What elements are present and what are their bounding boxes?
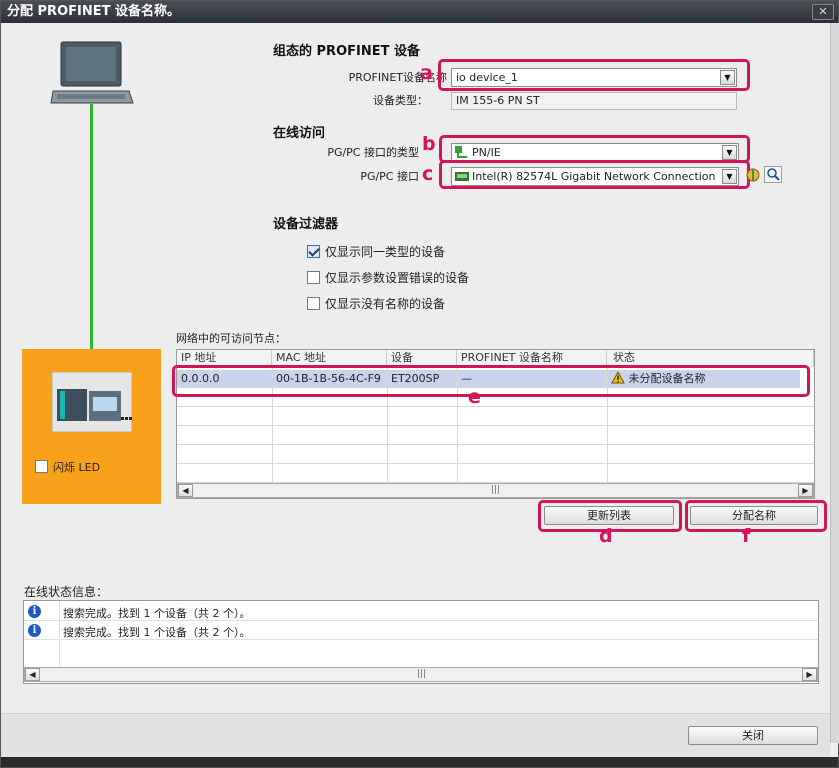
flash-led-label: 闪烁 LED <box>53 461 101 474</box>
window-title: 分配 PROFINET 设备名称。 <box>7 4 180 19</box>
filter-heading: 设备过滤器 <box>273 217 339 232</box>
window-bottom-edge <box>1 757 838 767</box>
scroll-grip[interactable]: ||| <box>491 485 500 496</box>
highlight-c <box>439 160 750 189</box>
status-info-heading: 在线状态信息： <box>24 585 109 599</box>
marker-d: d <box>599 525 613 547</box>
filter-same-type-label: 仅显示同一类型的设备 <box>325 245 446 259</box>
flash-led-checkbox[interactable] <box>35 460 48 473</box>
assign-name-dialog: 分配 PROFINET 设备名称。 ✕ 闪烁 LED 组态的 PROFINET … <box>0 0 839 768</box>
highlight-e <box>172 365 810 397</box>
filter-param-error-checkbox[interactable] <box>307 271 320 284</box>
scroll-grip[interactable]: ||| <box>417 669 426 680</box>
info-icon: i <box>28 605 41 618</box>
list-item: i 搜索完成。找到 1 个设备（共 2 个）。 <box>24 602 818 621</box>
search-icon[interactable] <box>764 166 782 183</box>
status-horizontal-scrollbar[interactable]: ◀ ||| ▶ <box>24 667 818 682</box>
device-type-label: 设备类型： <box>373 94 428 107</box>
device-panel: 闪烁 LED <box>22 349 161 504</box>
properties-icon[interactable] <box>745 167 761 183</box>
filter-no-name-checkbox[interactable] <box>307 297 320 310</box>
device-icon <box>52 372 132 432</box>
scroll-right-icon[interactable]: ▶ <box>802 668 817 681</box>
scroll-right-icon[interactable]: ▶ <box>798 484 813 497</box>
highlight-a <box>438 59 750 91</box>
close-button[interactable]: 关闭 <box>688 726 818 745</box>
column-divider <box>59 601 60 666</box>
filter-param-error-label: 仅显示参数设置错误的设备 <box>325 271 470 285</box>
list-item: i 搜索完成。找到 1 个设备（共 2 个）。 <box>24 621 818 640</box>
marker-e: e <box>468 386 481 408</box>
interface-type-label: PG/PC 接口的类型 <box>327 146 419 159</box>
scroll-left-icon[interactable]: ◀ <box>178 484 193 497</box>
nodes-heading: 网络中的可访问节点： <box>176 332 286 345</box>
title-bar: 分配 PROFINET 设备名称。 ✕ <box>1 1 838 23</box>
marker-a: a <box>420 62 433 84</box>
marker-b: b <box>422 133 436 155</box>
status-message: 搜索完成。找到 1 个设备（共 2 个）。 <box>63 607 251 620</box>
status-message: 搜索完成。找到 1 个设备（共 2 个）。 <box>63 626 251 639</box>
filter-no-name-label: 仅显示没有名称的设备 <box>325 297 446 311</box>
table-horizontal-scrollbar[interactable]: ◀ ||| ▶ <box>177 483 814 498</box>
side-scrollbar[interactable] <box>830 23 839 743</box>
scroll-left-icon[interactable]: ◀ <box>25 668 40 681</box>
device-type-field: IM 155-6 PN ST <box>451 92 737 110</box>
marker-f: f <box>742 525 751 547</box>
title-close-button[interactable]: ✕ <box>812 4 834 20</box>
highlight-b <box>439 135 750 163</box>
interface-label: PG/PC 接口 <box>360 170 419 183</box>
online-heading: 在线访问 <box>273 126 326 141</box>
filter-same-type-checkbox[interactable] <box>307 245 320 258</box>
connection-line <box>90 104 93 385</box>
info-icon: i <box>28 624 41 637</box>
status-info-list: i 搜索完成。找到 1 个设备（共 2 个）。 i 搜索完成。找到 1 个设备（… <box>23 600 819 684</box>
laptop-icon <box>50 41 134 104</box>
marker-c: c <box>422 163 434 185</box>
configured-heading: 组态的 PROFINET 设备 <box>273 44 420 59</box>
highlight-f <box>685 500 827 532</box>
